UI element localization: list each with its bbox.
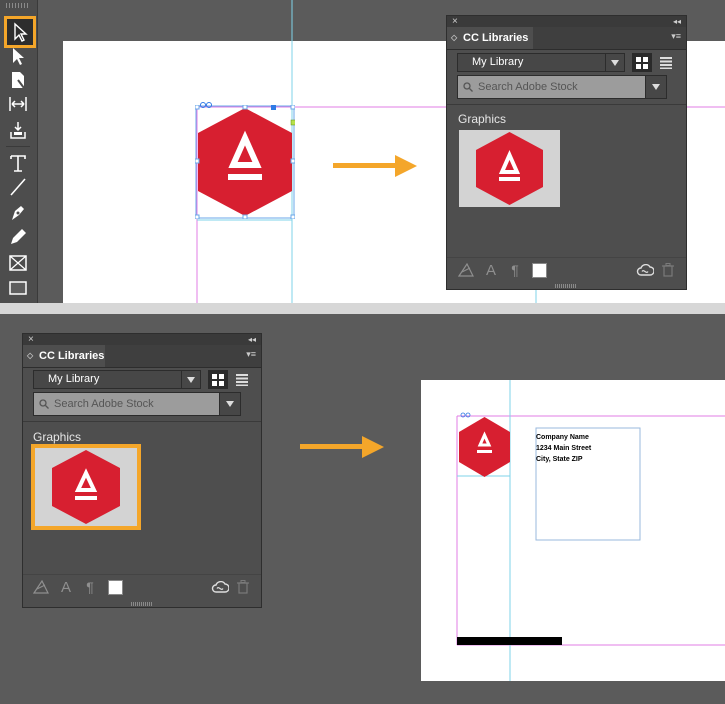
creative-cloud-icon[interactable] xyxy=(635,261,655,279)
tools-panel xyxy=(0,0,38,303)
close-icon[interactable]: × xyxy=(452,16,458,27)
placed-logo-graphic[interactable] xyxy=(458,417,511,477)
type-tool-icon xyxy=(10,155,26,172)
search-adobe-stock-input[interactable]: Search Adobe Stock xyxy=(457,75,667,99)
add-graphic-icon[interactable] xyxy=(457,261,475,279)
selected-logo-graphic[interactable] xyxy=(194,104,297,220)
add-color-swatch-icon[interactable] xyxy=(531,262,547,278)
line-tool-icon xyxy=(10,178,26,196)
cc-libraries-panel-top: × ◂◂ ◇ CC Libraries ▾≡ My Library Search… xyxy=(446,15,687,290)
logo-hexagon-icon xyxy=(459,417,510,477)
rectangle-frame-tool-button[interactable] xyxy=(7,252,29,274)
selection-tool-button[interactable] xyxy=(4,16,36,48)
gap-tool-button[interactable] xyxy=(7,93,29,115)
list-view-icon xyxy=(660,56,672,69)
direct-selection-tool-button[interactable] xyxy=(7,45,29,67)
type-tool-button[interactable] xyxy=(7,152,29,174)
logo-hexagon-icon xyxy=(194,104,297,220)
library-item-logo-thumbnail[interactable] xyxy=(459,130,560,207)
tab-toggle-icon[interactable]: ◇ xyxy=(451,27,457,49)
panel-separator xyxy=(447,104,686,105)
search-placeholder: Search Adobe Stock xyxy=(478,81,578,93)
panel-title-bar[interactable]: × ◂◂ xyxy=(447,16,686,27)
link-icon xyxy=(200,102,212,108)
gap-tool-icon xyxy=(9,97,27,111)
toolbar-divider xyxy=(6,146,30,147)
pen-tool-icon xyxy=(12,206,24,220)
selection-arrow-icon xyxy=(14,22,28,42)
top-screenshot: × ◂◂ ◇ CC Libraries ▾≡ My Library Search… xyxy=(0,0,725,303)
rectangle-tool-button[interactable] xyxy=(7,277,29,299)
panel-resize-handle[interactable] xyxy=(555,284,577,288)
add-paragraph-style-icon[interactable]: ¶ xyxy=(506,261,524,279)
search-options-chevron-icon[interactable] xyxy=(645,75,667,99)
bottom-screenshot: × ◂◂ ◇ CC Libraries ▾≡ My Library Search… xyxy=(0,314,725,704)
group-label-graphics: Graphics xyxy=(458,112,507,126)
address-line-city[interactable]: City, State ZIP xyxy=(536,454,583,465)
tab-label: CC Libraries xyxy=(463,32,529,44)
tab-cc-libraries[interactable]: ◇ CC Libraries xyxy=(447,27,533,49)
content-collector-tool-button[interactable] xyxy=(7,119,29,141)
library-dropdown[interactable]: My Library xyxy=(457,53,625,72)
logo-hexagon-icon xyxy=(476,132,543,205)
rectangle-tool-icon xyxy=(9,281,27,295)
line-tool-button[interactable] xyxy=(7,176,29,198)
search-icon xyxy=(463,82,473,92)
page-tool-icon xyxy=(12,72,25,89)
address-line-street[interactable]: 1234 Main Street xyxy=(536,443,591,454)
chevron-down-icon xyxy=(605,54,624,71)
panel-footer-separator xyxy=(447,257,686,258)
library-dropdown-value: My Library xyxy=(472,56,524,68)
pencil-tool-icon xyxy=(11,229,26,244)
rectangle-frame-icon xyxy=(9,255,27,271)
toolbar-grip[interactable] xyxy=(6,3,30,8)
grid-view-button[interactable] xyxy=(632,53,652,72)
collapse-icon[interactable]: ◂◂ xyxy=(673,16,681,27)
pen-tool-button[interactable] xyxy=(7,201,29,223)
grid-view-icon xyxy=(636,56,648,69)
panel-footer: A ¶ xyxy=(447,259,686,283)
layout-guides-bottom xyxy=(456,380,725,681)
content-collector-icon xyxy=(10,122,26,139)
pencil-tool-button[interactable] xyxy=(7,226,29,248)
address-line-company[interactable]: Company Name xyxy=(536,432,589,443)
list-view-button[interactable] xyxy=(656,53,676,72)
panel-menu-icon[interactable]: ▾≡ xyxy=(671,31,681,42)
panel-tab-row: ◇ CC Libraries ▾≡ xyxy=(447,27,686,50)
page-tool-button[interactable] xyxy=(7,69,29,91)
screenshot-divider xyxy=(0,303,725,314)
black-bar-graphic[interactable] xyxy=(457,637,562,645)
direct-selection-arrow-icon xyxy=(13,48,24,65)
orange-arrow-icon xyxy=(333,155,417,177)
trash-icon[interactable] xyxy=(659,261,677,279)
add-character-style-icon[interactable]: A xyxy=(482,261,500,279)
